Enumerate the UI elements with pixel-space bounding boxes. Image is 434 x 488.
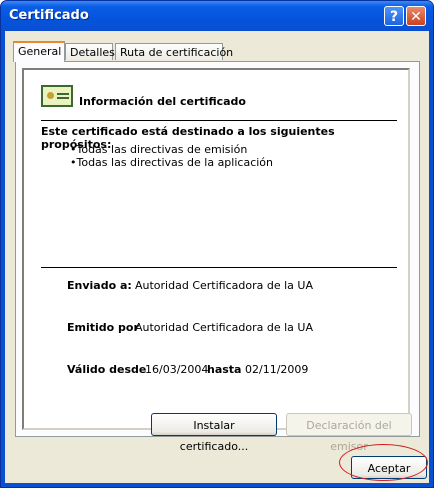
certificate-dialog: Certificado ? ✕ General Detalles Ruta de… xyxy=(0,0,434,488)
help-button[interactable]: ? xyxy=(384,6,404,26)
window-title: Certificado xyxy=(9,8,89,23)
valid-from-value: 16/03/2004 xyxy=(145,363,209,376)
purpose-item: •Todas las directivas de la aplicación xyxy=(70,156,273,169)
certificate-icon xyxy=(41,85,73,107)
tab-ruta-certificacion[interactable]: Ruta de certificación xyxy=(115,43,233,60)
valid-to-value: 02/11/2009 xyxy=(245,363,309,376)
help-icon: ? xyxy=(389,9,399,25)
issuer-statement-button[interactable]: Declaración del emisor xyxy=(286,413,412,453)
tab-detalles[interactable]: Detalles xyxy=(65,43,115,60)
tab-detalles-label: Detalles xyxy=(70,46,115,59)
info-title: Información del certificado xyxy=(79,95,246,108)
title-bar[interactable]: Certificado ? ✕ xyxy=(1,1,433,31)
tab-general[interactable]: General xyxy=(13,41,65,62)
divider xyxy=(41,120,397,121)
issued-to-value: Autoridad Certificadora de la UA xyxy=(135,279,313,292)
close-icon: ✕ xyxy=(410,9,422,25)
certificate-info-box: Información del certificado Este certifi… xyxy=(22,68,410,430)
tab-panel-general: Información del certificado Este certifi… xyxy=(15,61,420,437)
valid-from-label: Válido desde xyxy=(67,363,147,376)
install-certificate-button[interactable]: Instalar certificado... xyxy=(151,413,277,453)
divider xyxy=(41,267,397,268)
highlight-oval xyxy=(339,444,428,481)
purpose-item: •Todas las directivas de emisión xyxy=(70,143,248,156)
issued-to-label: Enviado a: xyxy=(67,279,132,292)
dialog-client-area: General Detalles Ruta de certificación I… xyxy=(5,31,429,483)
issued-by-value: Autoridad Certificadora de la UA xyxy=(135,321,313,334)
valid-to-label: hasta xyxy=(207,363,242,376)
issued-by-label: Emitido por xyxy=(67,321,139,334)
tab-ruta-label: Ruta de certificación xyxy=(120,46,234,59)
close-button[interactable]: ✕ xyxy=(406,6,426,26)
tab-general-label: General xyxy=(18,45,62,58)
